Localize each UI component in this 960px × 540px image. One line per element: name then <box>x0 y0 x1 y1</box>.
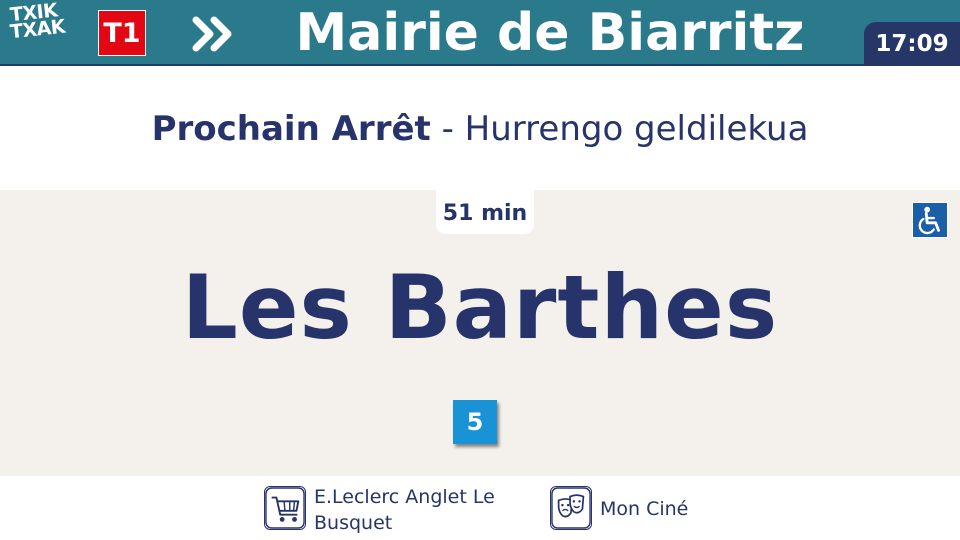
poi-label: Mon Ciné <box>600 498 689 520</box>
txik-txak-logo: TXIK TXIK TXAK <box>8 0 92 63</box>
next-stop-label-fr: Prochain Arrêt <box>151 109 431 149</box>
line-badge: T1 <box>98 10 146 56</box>
clock: 17:09 <box>864 22 960 66</box>
logo-line-2: TXAK <box>9 15 67 44</box>
wheelchair-icon <box>912 202 948 238</box>
label-separator: - <box>430 109 465 149</box>
next-stop-label-eu: Hurrengo geldilekua <box>464 109 809 149</box>
theater-masks-icon <box>550 486 592 530</box>
connection-line-badge: 5 <box>453 400 497 444</box>
header-bar: TXIK TXIK TXAK T1 Mairie de Biarritz 17:… <box>0 0 960 66</box>
double-chevron-right-icon <box>192 16 232 52</box>
next-stop-heading: Prochain Arrêt - Hurrengo geldilekua <box>0 104 960 154</box>
poi-item: E.Leclerc Anglet Le Busquet <box>264 484 524 534</box>
eta-badge: 51 min <box>436 190 534 234</box>
poi-item: Mon Ciné <box>550 484 750 534</box>
destination-title: Mairie de Biarritz <box>295 3 805 63</box>
shopping-cart-icon <box>264 486 306 530</box>
next-stop-name: Les Barthes <box>181 256 779 359</box>
poi-label: E.Leclerc Anglet Le Busquet <box>314 486 495 534</box>
